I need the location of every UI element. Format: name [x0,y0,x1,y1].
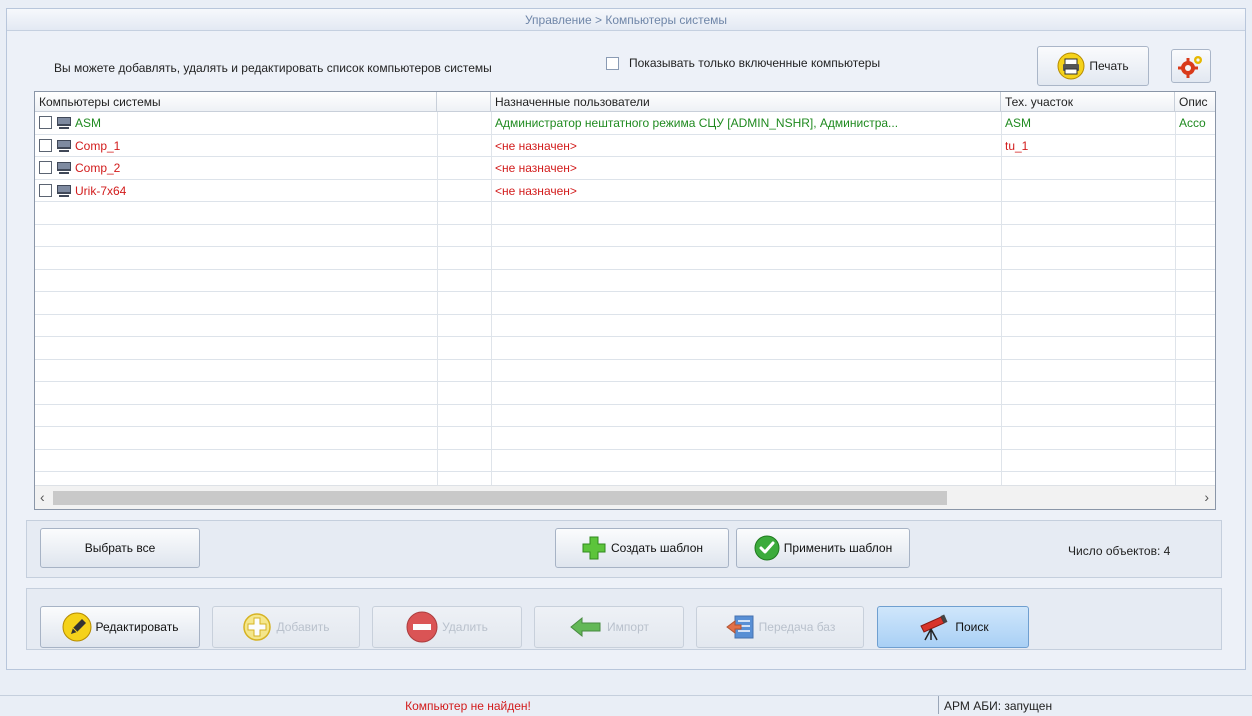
delete-button[interactable]: Удалить [372,606,522,648]
description: Acco [1179,116,1206,130]
empty-row [35,450,1215,472]
pencil-icon [62,612,92,642]
gears-icon [1178,56,1202,78]
computer-name: Comp_1 [75,138,121,153]
tech-section: ASM [1005,116,1032,130]
empty-row [35,202,1215,225]
table-body: ASM Администратор нештатного режима СЦУ … [35,112,1215,486]
column-header-description[interactable]: Опис [1175,92,1215,112]
scrollbar-thumb[interactable] [53,491,947,505]
column-header-computers[interactable]: Компьютеры системы [35,92,437,112]
computer-name: Comp_2 [75,161,121,175]
only-enabled-label: Показывать только включенные компьютеры [629,56,881,70]
printer-icon [1057,52,1085,80]
import-button[interactable]: Импорт [534,606,684,648]
telescope-icon [920,614,948,641]
print-button[interactable]: Печать [1037,46,1149,86]
horizontal-scrollbar[interactable]: ‹ › [35,485,1215,509]
empty-row [35,405,1215,427]
tech-section [1001,180,1175,202]
assigned-users: <не назначен> [495,161,577,175]
description [1175,135,1215,157]
select-all-button[interactable]: Выбрать все [40,528,200,568]
delete-label: Удалить [442,620,488,634]
empty-row [35,337,1215,360]
table-row[interactable]: Comp_1 <не назначен> tu_1 [35,135,1215,157]
apply-template-button[interactable]: Применить шаблон [736,528,910,568]
only-enabled-toggle[interactable]: Показывать только включенные компьютеры [606,56,880,70]
description [1175,157,1215,179]
empty-row [35,225,1215,247]
edit-button[interactable]: Редактировать [40,606,200,648]
info-text: Вы можете добавлять, удалять и редактиро… [54,61,492,75]
assigned-users: Администратор нештатного режима СЦУ [ADM… [495,116,899,130]
empty-row [35,360,1215,382]
empty-row [35,247,1215,270]
empty-row [35,382,1215,405]
plus-icon [582,536,606,560]
select-all-label: Выбрать все [84,541,156,555]
computers-table: Компьютеры системы Назначенные пользоват… [34,91,1216,510]
row-checkbox[interactable] [39,138,52,152]
assigned-users: <не назначен> [495,138,577,153]
status-message: Компьютер не найден! [405,699,531,713]
create-template-button[interactable]: Создать шаблон [555,528,729,568]
status-bar: Компьютер не найден! АРМ АБИ: запущен [0,695,1252,714]
page-title: Управление > Компьютеры системы [7,9,1245,31]
row-checkbox[interactable] [39,183,52,197]
search-label: Поиск [955,620,989,634]
check-icon [754,535,780,561]
empty-row [35,270,1215,292]
column-header-blank[interactable] [437,92,491,112]
apply-template-label: Применить шаблон [783,541,893,555]
scroll-left-icon[interactable]: ‹ [40,489,45,505]
tech-section: tu_1 [1005,138,1029,153]
transfer-button[interactable]: Передача баз [696,606,864,648]
computer-icon [57,139,71,152]
edit-label: Редактировать [95,620,179,634]
table-row[interactable]: Comp_2 <не назначен> [35,157,1215,180]
search-button[interactable]: Поиск [877,606,1029,648]
table-header: Компьютеры системы Назначенные пользоват… [35,92,1215,112]
add-button[interactable]: Добавить [212,606,360,648]
assigned-users: <не назначен> [495,183,577,198]
create-template-label: Создать шаблон [610,541,703,555]
scroll-right-icon[interactable]: › [1204,489,1209,505]
computer-name: Urik-7x64 [75,183,127,198]
description [1175,180,1215,202]
empty-row [35,315,1215,337]
column-header-section[interactable]: Тех. участок [1001,92,1175,112]
settings-button[interactable] [1171,49,1211,83]
column-header-users[interactable]: Назначенные пользователи [491,92,1001,112]
arrow-left-icon [570,616,601,638]
computer-name: ASM [75,116,102,130]
table-row[interactable]: ASM Администратор нештатного режима СЦУ … [35,112,1215,135]
transfer-icon [725,615,754,639]
import-label: Импорт [607,620,649,634]
delete-icon [406,611,438,643]
empty-row [35,427,1215,450]
object-count: Число объектов: 4 [1068,544,1171,558]
computer-icon [57,117,71,129]
empty-row [35,292,1215,315]
print-label: Печать [1089,59,1129,73]
plus-icon [243,613,272,641]
add-label: Добавить [276,620,330,634]
only-enabled-checkbox[interactable] [606,56,619,70]
row-checkbox[interactable] [39,161,52,174]
table-row[interactable]: Urik-7x64 <не назначен> [35,180,1215,202]
computer-icon [57,184,71,197]
status-divider [938,696,939,714]
computer-icon [57,162,71,174]
row-checkbox[interactable] [39,116,52,129]
arm-status: АРМ АБИ: запущен [944,699,1053,713]
transfer-label: Передача баз [758,620,836,634]
tech-section [1001,157,1175,179]
